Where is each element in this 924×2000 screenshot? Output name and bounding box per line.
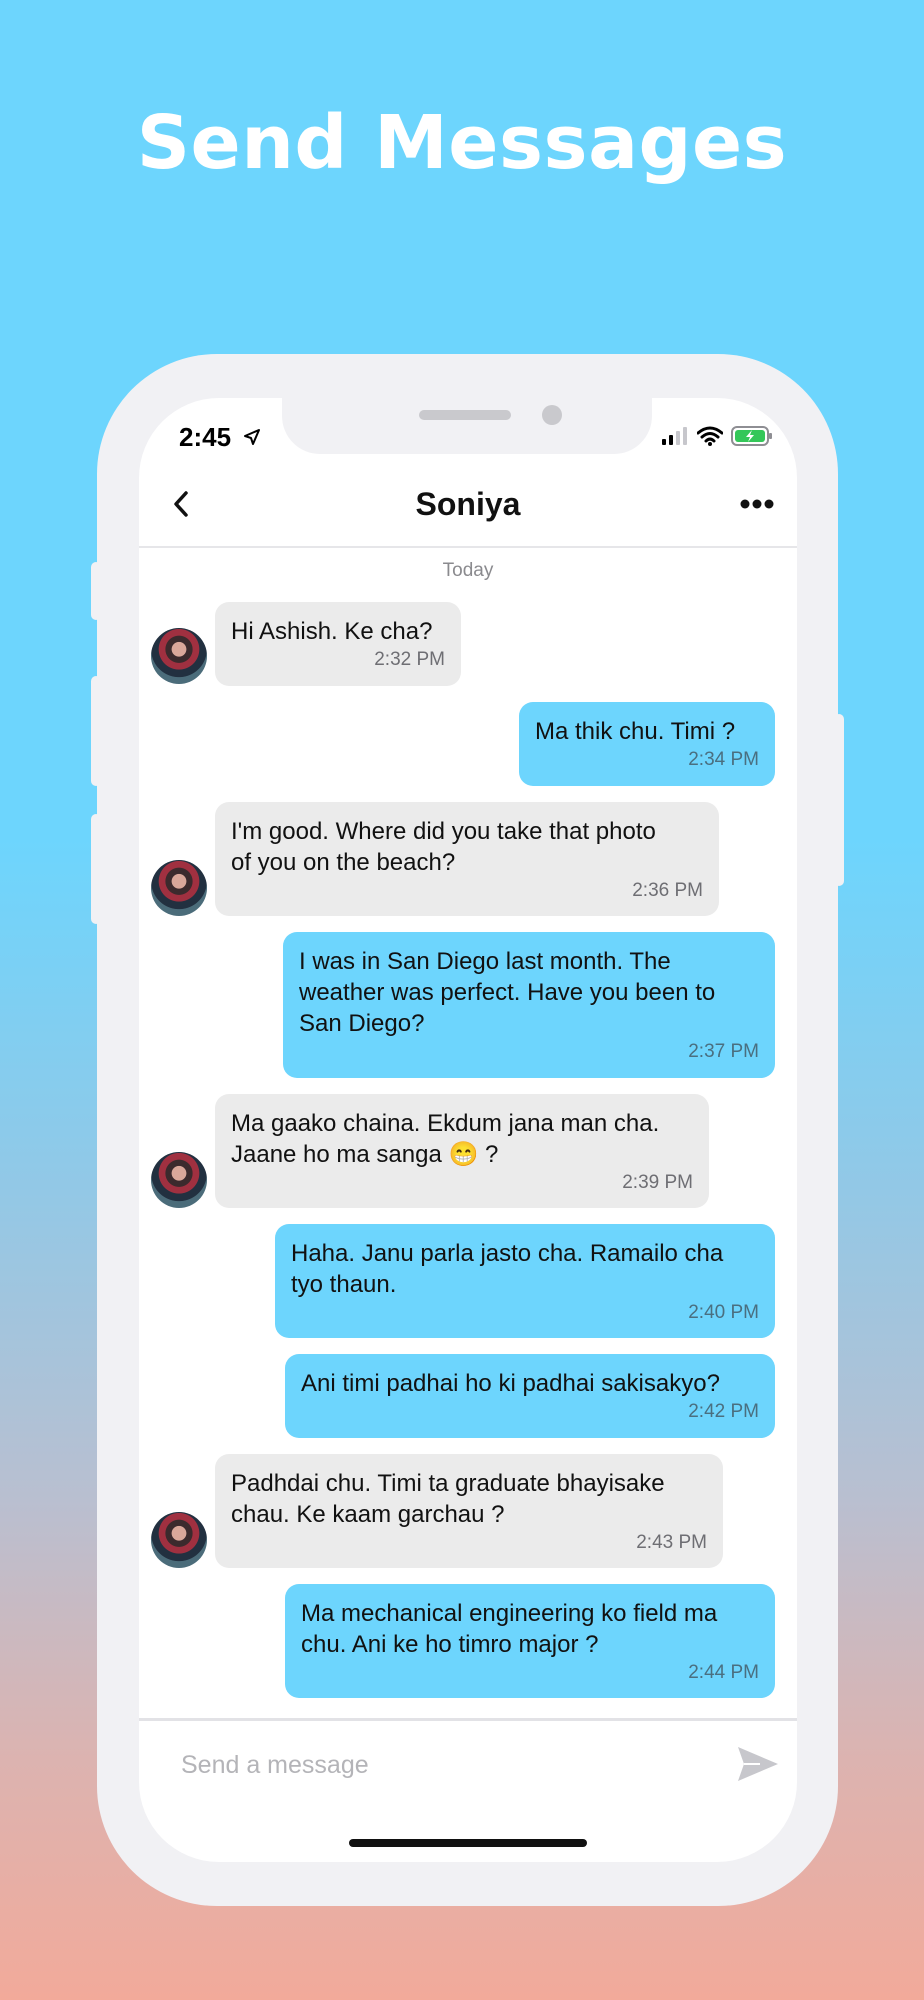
message-bubble-outgoing[interactable]: Ma thik chu. Timi ? 2:34 PM [519,702,775,786]
contact-avatar[interactable] [151,1512,207,1568]
message-time: 2:37 PM [688,1041,759,1062]
more-options-button[interactable] [733,486,781,522]
notch [282,398,652,454]
message-text: Hi Ashish. Ke cha? [231,618,433,645]
message-bubble-incoming[interactable]: Ma gaako chaina. Ekdum jana man cha. Jaa… [215,1094,709,1208]
speaker [419,410,511,420]
contact-avatar[interactable] [151,860,207,916]
date-separator: Today [442,560,494,581]
message-bubble-outgoing[interactable]: Haha. Janu parla jasto cha. Ramailo cha … [275,1224,775,1338]
message-text: Ani timi padhai ho ki padhai sakisakyo? [301,1370,720,1397]
battery-icon [731,426,772,446]
message-text: Ma gaako chaina. Ekdum jana man cha. Jaa… [231,1110,660,1168]
message-input[interactable] [179,1739,703,1791]
location-arrow-icon [244,429,260,445]
message-text: Ma mechanical engineering ko field ma ch… [301,1600,718,1658]
more-icon [740,499,774,509]
status-indicators [661,426,773,446]
page-title: Soniya [415,486,521,522]
send-button[interactable] [733,1741,783,1787]
phone-screen: 2:45 Soniya Today Hi Ashish. Ke cha? 2:3… [139,398,797,1862]
send-icon [738,1747,778,1781]
message-bubble-outgoing[interactable]: I was in San Diego last month. The weath… [283,932,775,1078]
status-time: 2:45 [179,422,232,452]
message-bubble-incoming[interactable]: I'm good. Where did you take that photo … [215,802,719,916]
message-time: 2:43 PM [636,1532,707,1553]
message-time: 2:42 PM [688,1401,759,1422]
message-bubble-outgoing[interactable]: Ma mechanical engineering ko field ma ch… [285,1584,775,1698]
message-time: 2:40 PM [688,1302,759,1323]
message-text: I'm good. Where did you take that photo … [231,818,656,876]
message-bubble-outgoing[interactable]: Ani timi padhai ho ki padhai sakisakyo? … [285,1354,775,1438]
message-bubble-incoming[interactable]: Hi Ashish. Ke cha? 2:32 PM [215,602,461,686]
headline: Send Messages [136,100,788,186]
nav-bar: Soniya [139,468,797,548]
contact-avatar[interactable] [151,628,207,684]
message-list[interactable]: Today Hi Ashish. Ke cha? 2:32 PM Ma thik… [139,548,797,1718]
message-bubble-incoming[interactable]: Padhdai chu. Timi ta graduate bhayisake … [215,1454,723,1568]
signal-icon [662,427,687,445]
message-time: 2:36 PM [632,880,703,901]
contact-avatar[interactable] [151,1152,207,1208]
message-text: Haha. Janu parla jasto cha. Ramailo cha … [291,1240,724,1298]
message-composer [139,1718,797,1808]
message-time: 2:44 PM [688,1662,759,1683]
message-time: 2:34 PM [688,749,759,770]
front-camera [542,405,562,425]
message-text: Padhdai chu. Timi ta graduate bhayisake … [231,1470,665,1528]
message-text: Ma thik chu. Timi ? [535,718,736,745]
wifi-icon [697,426,723,446]
message-text: I was in San Diego last month. The weath… [299,948,716,1037]
message-time: 2:39 PM [622,1172,693,1193]
home-indicator[interactable] [349,1839,587,1847]
message-time: 2:32 PM [374,649,445,670]
